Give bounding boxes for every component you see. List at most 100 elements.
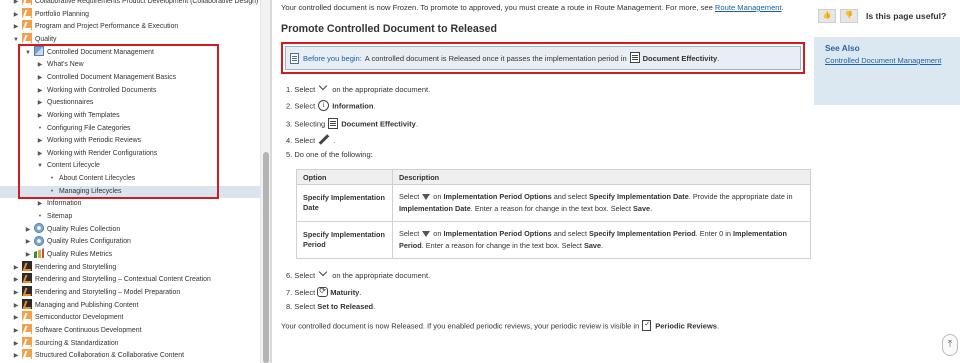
info-icon: i <box>318 100 330 111</box>
tree-item-label: Software Continuous Development <box>35 326 142 334</box>
thumbs-down-icon[interactable]: 👎 <box>840 9 858 23</box>
expand-icon[interactable]: ▶ <box>24 249 32 261</box>
tree-item[interactable]: ▶ Quality Rules Configuration <box>0 235 131 248</box>
step-3: 3. Selecting Document Effectivity. <box>286 118 418 129</box>
expand-icon[interactable]: ▶ <box>36 85 44 97</box>
back-to-top-button[interactable]: ⤒ <box>942 334 958 356</box>
expand-icon[interactable]: ▶ <box>12 312 20 324</box>
expand-icon[interactable]: ▶ <box>12 21 20 33</box>
tree-item[interactable]: • Configuring File Categories <box>0 123 131 135</box>
tree-item[interactable]: ▶ Working with Periodic Reviews <box>0 135 141 147</box>
tree-item-label: Semiconductor Development <box>35 314 124 322</box>
tree-item[interactable]: • Managing Lifecycles <box>0 185 260 198</box>
highlight-box-note: Before you begin: A controlled document … <box>281 42 805 74</box>
see-also-link[interactable]: Controlled Document Management <box>825 56 949 65</box>
thumbs-up-icon[interactable]: 👍 <box>818 9 836 23</box>
bullet-icon: • <box>38 124 42 132</box>
tree-item[interactable]: ▶ Sourcing & Standardization <box>0 336 119 350</box>
bk-or-app-icon <box>22 33 32 44</box>
tree-item-label: Quality <box>35 35 57 43</box>
expand-icon[interactable]: ▶ <box>12 274 20 286</box>
page-title: Promote Controlled Document to Released <box>281 23 498 35</box>
route-management-link[interactable]: Route Management <box>715 3 782 12</box>
collapse-icon[interactable]: ▼ <box>12 34 20 46</box>
outro-paragraph: Your controlled document is now Released… <box>281 320 719 332</box>
tree-item[interactable]: ▶ Semiconductor Development <box>0 311 124 324</box>
tree-item[interactable]: ▶ Rendering and Storytelling – Contextual… <box>0 273 211 286</box>
tree-item[interactable]: ▶ Working with Render Configurations <box>0 148 158 160</box>
tree-item-label: Rendering and Storytelling – Contextual … <box>35 276 211 284</box>
options-table: Option Description Specify Implementatio… <box>296 169 811 259</box>
tree-item[interactable]: ▶ Quality Rules Collection <box>0 222 120 236</box>
tree-item[interactable]: ▶ Working with Templates <box>0 110 120 122</box>
table-row: Specify Implementation Date Select on Imp… <box>296 184 811 222</box>
tree-item-label: Quality Rules Metrics <box>47 251 113 258</box>
expand-icon[interactable]: ▶ <box>12 9 20 21</box>
tree-item[interactable]: • Sitemap <box>0 211 73 223</box>
expand-icon[interactable]: ▶ <box>36 198 44 210</box>
collapse-icon[interactable]: ▼ <box>36 160 44 172</box>
expand-icon[interactable]: ▶ <box>12 300 20 312</box>
see-also-panel: See Also Controlled Document Management <box>814 37 960 105</box>
step-7: 7. SelectMaturity. <box>286 286 361 298</box>
tree-item[interactable]: ▶ Program and Project Performance & Execu… <box>0 20 179 33</box>
expand-icon[interactable]: ▶ <box>12 338 20 350</box>
tree-item-label: Managing Lifecycles <box>59 187 122 195</box>
bk-or-app-icon <box>22 311 32 322</box>
tree-item[interactable]: ▼ Content Lifecycle <box>0 160 100 172</box>
tree-item[interactable]: ▼ Controlled Document Management <box>0 45 154 59</box>
tree-item[interactable]: ▶ Structured Collaboration & Collaborativ… <box>0 349 184 362</box>
tree-item[interactable]: ▶ Questionnaires <box>0 97 94 109</box>
bk-or-app-icon <box>22 324 32 335</box>
tree-item[interactable]: ▶ Software Continuous Development <box>0 324 142 337</box>
expand-icon[interactable]: ▶ <box>12 350 20 362</box>
tree-item[interactable]: ▶ Rendering and Storytelling – Model Prep… <box>0 286 181 299</box>
tree-item[interactable]: ▶ Controlled Document Management Basics <box>0 72 176 84</box>
tree-item[interactable]: ▶ What's New <box>0 59 84 71</box>
bk-or-app-icon <box>22 7 32 18</box>
expand-icon[interactable]: ▶ <box>36 135 44 147</box>
tree-item[interactable]: ▶ Rendering and Storytelling <box>0 260 116 274</box>
tree-item[interactable]: ▶ Portfolio Planning <box>0 7 89 21</box>
expand-icon[interactable]: ▶ <box>36 97 44 109</box>
tree-item-label: Working with Render Configurations <box>47 149 158 157</box>
expand-icon[interactable]: ▶ <box>12 262 20 274</box>
scrollbar-thumb[interactable] <box>263 152 269 363</box>
expand-icon[interactable]: ▶ <box>36 59 44 71</box>
pencil-icon <box>318 133 330 145</box>
tree-item[interactable]: ▶ Collaborative Requirements Product Deve… <box>0 0 258 8</box>
tree-item-label: What's New <box>47 61 84 69</box>
tree-item[interactable]: ▼ Quality <box>0 33 57 46</box>
tree-item-label: Working with Controlled Documents <box>47 86 157 94</box>
see-also-title: See Also <box>825 43 860 53</box>
step-8: 8. Select Set to Released. <box>286 302 376 311</box>
column-description: Description <box>392 169 811 185</box>
tree-scrollbar[interactable] <box>260 0 270 363</box>
tree-item[interactable]: • About Content Lifecycles <box>0 173 135 185</box>
tree-item[interactable]: ▶ Working with Controlled Documents <box>0 85 157 97</box>
navigation-tree: ▶ Collaborative Requirements Product Deve… <box>0 0 260 363</box>
tree-item[interactable]: ▶ Information <box>0 198 82 210</box>
chevron-down-icon <box>318 81 328 91</box>
column-option: Option <box>296 169 393 185</box>
graph-app-icon <box>34 248 44 259</box>
expand-icon[interactable]: ▶ <box>12 0 20 8</box>
expand-icon[interactable]: ▶ <box>12 325 20 337</box>
expand-icon[interactable]: ▶ <box>24 224 32 236</box>
expand-icon[interactable]: ▶ <box>36 110 44 122</box>
bk-or-app-icon <box>22 349 32 360</box>
tree-item[interactable]: ▶ Managing and Publishing Content <box>0 298 138 312</box>
tree-item-label: Program and Project Performance & Execut… <box>35 23 179 31</box>
gear-app-icon <box>34 235 44 246</box>
expand-icon[interactable]: ▶ <box>12 287 20 299</box>
tree-item-label: Sourcing & Standardization <box>35 339 119 347</box>
tree-item-label: Rendering and Storytelling – Model Prepa… <box>35 288 181 296</box>
collapse-icon[interactable]: ▼ <box>24 47 32 59</box>
expand-icon[interactable]: ▶ <box>24 236 32 248</box>
expand-icon[interactable]: ▶ <box>36 148 44 160</box>
maturity-icon <box>317 286 329 298</box>
expand-icon[interactable]: ▶ <box>36 72 44 84</box>
tree-item[interactable]: ▶ Quality Rules Metrics <box>0 248 113 261</box>
right-sidebar: 👍 👎 Is this page useful? See Also Contro… <box>814 0 960 363</box>
bk-or-app-icon <box>22 20 32 31</box>
